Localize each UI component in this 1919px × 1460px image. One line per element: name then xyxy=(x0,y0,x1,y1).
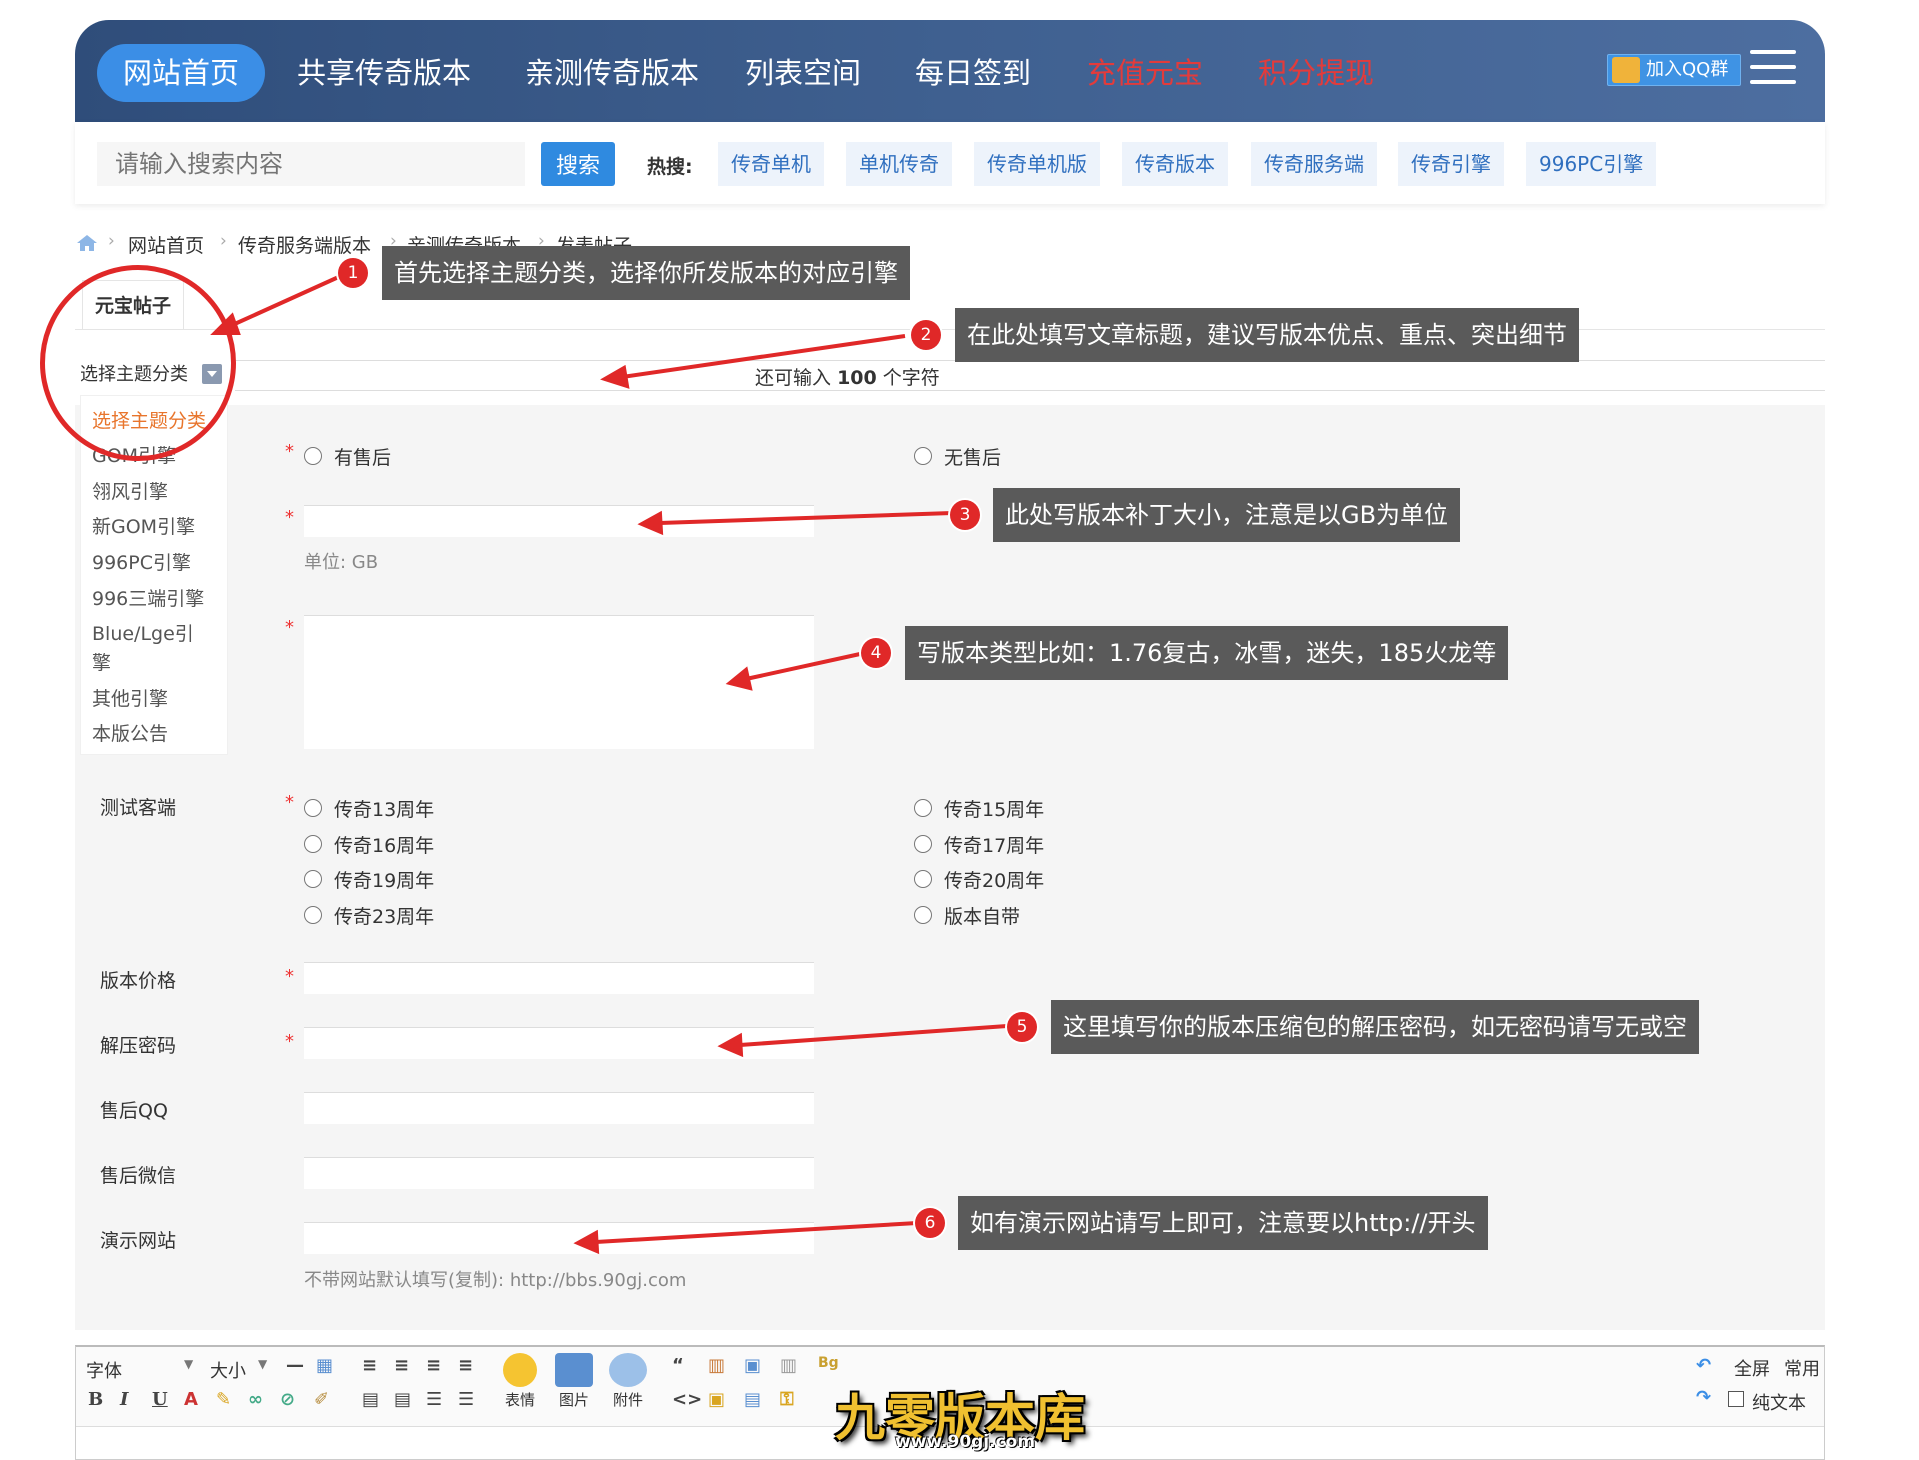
annotation-1: 首先选择主题分类，选择你所发版本的对应引擎 xyxy=(382,246,910,300)
undo-icon[interactable]: ↶ xyxy=(1696,1355,1711,1376)
arrowhead-1 xyxy=(210,312,241,335)
paperclip-icon xyxy=(609,1353,647,1387)
annotation-badge: 1 xyxy=(338,258,368,288)
arrow-3 xyxy=(659,511,953,525)
underline-icon[interactable]: U xyxy=(152,1389,168,1410)
align-right-icon[interactable]: ≡ xyxy=(426,1355,441,1376)
arrowhead-2 xyxy=(600,364,630,389)
highlight-icon[interactable]: ✎ xyxy=(216,1389,231,1410)
italic-icon[interactable]: I xyxy=(120,1389,128,1410)
chevron-down-icon[interactable]: ▼ xyxy=(258,1357,267,1371)
bold-icon[interactable]: B xyxy=(88,1389,103,1410)
code-icon[interactable]: <> xyxy=(672,1389,702,1410)
password-icon[interactable]: ⚿ xyxy=(780,1389,794,1410)
emoji-button[interactable]: 表情 xyxy=(496,1353,544,1410)
arrowhead-3 xyxy=(637,510,664,536)
clear-format-icon[interactable]: ✐ xyxy=(314,1389,329,1410)
attachment-label: 附件 xyxy=(612,1391,643,1409)
arrowhead-6 xyxy=(573,1229,600,1255)
annotation-3: 此处写版本补丁大小，注意是以GB为单位 xyxy=(993,488,1461,542)
common-button[interactable]: 常用 xyxy=(1784,1355,1820,1381)
align-center-icon[interactable]: ≡ xyxy=(394,1355,409,1376)
hide-icon[interactable]: ▣ xyxy=(708,1389,725,1410)
arrow-2 xyxy=(621,334,906,379)
plaintext-checkbox[interactable] xyxy=(1728,1391,1744,1407)
watermark-url: www.90gj.com xyxy=(895,1432,1036,1452)
size-select[interactable]: 大小 xyxy=(210,1357,246,1383)
annotation-5: 这里填写你的版本压缩包的解压密码，如无密码请写无或空 xyxy=(1051,1000,1699,1054)
font-select[interactable]: 字体 xyxy=(86,1357,122,1383)
link-icon[interactable]: ∞ xyxy=(248,1389,263,1410)
arrow-4 xyxy=(745,652,861,681)
page-icon[interactable]: ▣ xyxy=(744,1355,761,1376)
plaintext-label: 纯文本 xyxy=(1752,1393,1806,1414)
annotation-badge: 6 xyxy=(915,1208,945,1238)
unlink-icon[interactable]: ⊘ xyxy=(280,1389,295,1410)
align-justify-icon[interactable]: ≡ xyxy=(458,1355,473,1376)
annotation-badge: 2 xyxy=(911,320,941,350)
image-icon xyxy=(555,1353,593,1387)
arrowhead-5 xyxy=(717,1032,744,1058)
annotation-2: 在此处填写文章标题，建议写版本优点、重点、突出细节 xyxy=(955,308,1579,362)
float-right-icon[interactable]: ▤ xyxy=(394,1389,411,1410)
layout-icon[interactable]: ▥ xyxy=(780,1355,797,1376)
annotation-6: 如有演示网站请写上即可，注意要以http://开头 xyxy=(958,1196,1488,1250)
align-left-icon[interactable]: ≡ xyxy=(362,1355,377,1376)
free-icon[interactable]: ▥ xyxy=(708,1355,725,1376)
float-left-icon[interactable]: ▤ xyxy=(362,1389,379,1410)
emoji-label: 表情 xyxy=(504,1391,535,1409)
arrow-6 xyxy=(595,1221,918,1244)
attachment-button[interactable]: 附件 xyxy=(604,1353,652,1410)
fullscreen-button[interactable]: 全屏 xyxy=(1734,1355,1770,1381)
table-icon[interactable]: ▦ xyxy=(316,1355,333,1376)
background-icon[interactable]: Bg xyxy=(818,1355,839,1371)
site-watermark-logo: 九零版本库 www.90gj.com xyxy=(835,1378,1095,1460)
annotation-badge: 5 xyxy=(1007,1012,1037,1042)
annotation-4: 写版本类型比如：1.76复古，冰雪，迷失，185火龙等 xyxy=(905,626,1509,680)
arrowhead-4 xyxy=(725,666,753,691)
image-button[interactable]: 图片 xyxy=(550,1353,598,1410)
annotation-badge: 4 xyxy=(861,638,891,668)
unordered-list-icon[interactable]: ☰ xyxy=(458,1389,474,1410)
smiley-icon xyxy=(503,1353,537,1387)
index-icon[interactable]: ▤ xyxy=(744,1389,761,1410)
arrow-1 xyxy=(227,273,344,329)
annotation-badge: 3 xyxy=(950,500,980,530)
ordered-list-icon[interactable]: ☰ xyxy=(426,1389,442,1410)
image-label: 图片 xyxy=(558,1391,589,1409)
quote-icon[interactable]: “ xyxy=(672,1355,684,1376)
arrow-5 xyxy=(739,1024,1008,1047)
redo-icon[interactable]: ↷ xyxy=(1696,1387,1711,1408)
chevron-down-icon[interactable]: ▼ xyxy=(184,1357,193,1371)
font-color-icon[interactable]: A xyxy=(184,1389,198,1410)
hr-icon[interactable]: — xyxy=(286,1355,304,1376)
